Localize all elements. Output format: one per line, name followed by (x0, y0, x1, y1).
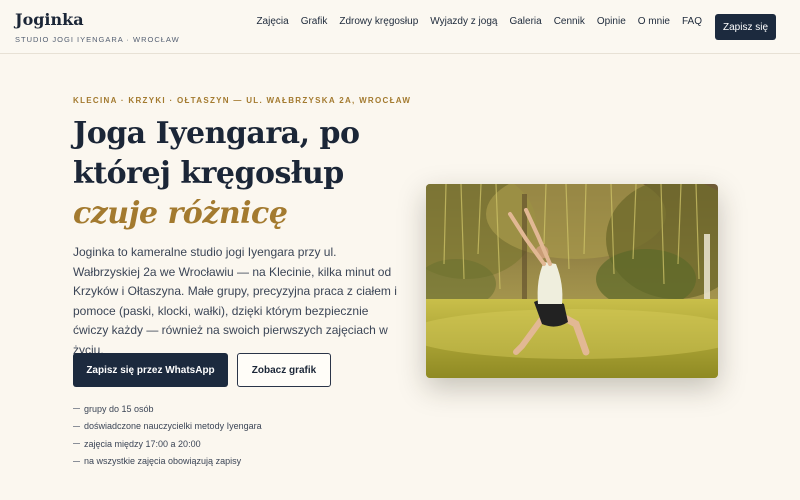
nav-item-galeria[interactable]: Galeria (509, 16, 541, 27)
headline-accent: czuje różnicę (73, 196, 288, 231)
feature-item: grupy do 15 osób (73, 400, 262, 418)
brand-tagline: STUDIO JOGI IYENGARA · WROCŁAW (15, 35, 180, 44)
nav-item-cennik[interactable]: Cennik (554, 16, 585, 27)
feature-list: grupy do 15 osób doświadczone nauczyciel… (73, 400, 262, 470)
brand-logo[interactable]: Joginka (15, 10, 84, 29)
nav-item-grafik[interactable]: Grafik (301, 16, 328, 27)
dash-icon (73, 443, 80, 445)
headline-line-1: Joga Iyengara, po (73, 116, 360, 151)
whatsapp-signup-button[interactable]: Zapisz się przez WhatsApp (73, 353, 228, 387)
nav-item-o-mnie[interactable]: O mnie (638, 16, 670, 27)
headline-line-2: której kręgosłup (73, 156, 344, 191)
hero-yoga-photo (426, 184, 718, 378)
dash-icon (73, 460, 80, 462)
hero-headline: Joga Iyengara, po której kręgosłup czuje… (73, 114, 403, 234)
feature-item: zajęcia między 17:00 a 20:00 (73, 435, 262, 453)
nav-item-faq[interactable]: FAQ (682, 16, 702, 27)
view-schedule-button[interactable]: Zobacz grafik (237, 353, 331, 387)
dash-icon (73, 425, 80, 427)
feature-item: na wszystkie zajęcia obowiązują zapisy (73, 453, 262, 471)
signup-button[interactable]: Zapisz się (715, 14, 776, 40)
nav-item-zajecia[interactable]: Zajęcia (256, 16, 288, 27)
main-nav: Zajęcia Grafik Zdrowy kręgosłup Wyjazdy … (256, 16, 702, 27)
nav-item-zdrowy-kregoslup[interactable]: Zdrowy kręgosłup (339, 16, 418, 27)
yoga-outdoor-illustration (426, 184, 718, 378)
feature-item: doświadczone nauczycielki metody Iyengar… (73, 418, 262, 436)
location-eyebrow: KLECINA · KRZYKI · OŁTASZYN — UL. WAŁBRZ… (73, 96, 412, 105)
dash-icon (73, 408, 80, 410)
nav-item-wyjazdy[interactable]: Wyjazdy z jogą (430, 16, 497, 27)
nav-item-opinie[interactable]: Opinie (597, 16, 626, 27)
hero-lead-text: Joginka to kameralne studio jogi Iyengar… (73, 245, 397, 357)
site-header: Joginka STUDIO JOGI IYENGARA · WROCŁAW Z… (0, 0, 800, 54)
